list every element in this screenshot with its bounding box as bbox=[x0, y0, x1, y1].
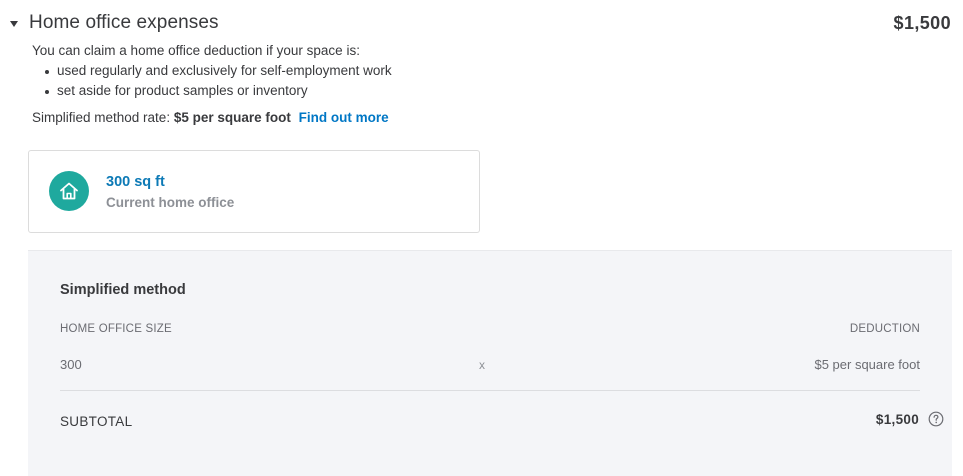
office-size-label: Current home office bbox=[106, 195, 235, 210]
question-circle-icon[interactable] bbox=[928, 411, 944, 427]
section-total: $1,500 bbox=[893, 12, 951, 33]
office-size-value[interactable]: 300 sq ft bbox=[106, 174, 165, 190]
subtotal-label: SUBTOTAL bbox=[60, 414, 133, 429]
panel-title: Simplified method bbox=[60, 282, 186, 298]
section-toggle[interactable]: Home office expenses bbox=[10, 12, 219, 34]
home-office-size-value: 300 bbox=[60, 357, 82, 372]
rate-value: $5 per square foot bbox=[173, 110, 291, 125]
find-out-more-link[interactable]: Find out more bbox=[299, 110, 389, 125]
simplified-method-panel: Simplified method HOME OFFICE SIZE DEDUC… bbox=[28, 250, 952, 476]
multiply-operator: x bbox=[479, 358, 485, 372]
section-title: Home office expenses bbox=[29, 12, 219, 33]
home-office-size-header: HOME OFFICE SIZE bbox=[60, 323, 172, 335]
criteria-item: set aside for product samples or invento… bbox=[45, 81, 392, 101]
deduction-rate-value: $5 per square foot bbox=[814, 357, 920, 372]
subtotal-group: $1,500 bbox=[876, 411, 944, 427]
section-header: Home office expenses $1,500 bbox=[10, 9, 951, 37]
divider bbox=[60, 390, 920, 391]
rate-line: Simplified method rate: $5 per square fo… bbox=[32, 110, 389, 125]
intro-description: You can claim a home office deduction if… bbox=[32, 43, 360, 58]
home-office-expenses-section: Home office expenses $1,500 You can clai… bbox=[0, 0, 963, 476]
deduction-header: DEDUCTION bbox=[849, 323, 920, 335]
intro-text: You can claim a home office deduction if… bbox=[32, 41, 392, 101]
rate-label: Simplified method rate: bbox=[32, 110, 171, 125]
home-office-card[interactable]: 300 sq ft Current home office bbox=[28, 150, 480, 233]
subtotal-value: $1,500 bbox=[875, 411, 919, 427]
caret-down-icon[interactable] bbox=[10, 20, 18, 27]
criteria-item: used regularly and exclusively for self-… bbox=[45, 61, 392, 81]
home-icon bbox=[49, 171, 89, 211]
criteria-list: used regularly and exclusively for self-… bbox=[32, 61, 392, 101]
